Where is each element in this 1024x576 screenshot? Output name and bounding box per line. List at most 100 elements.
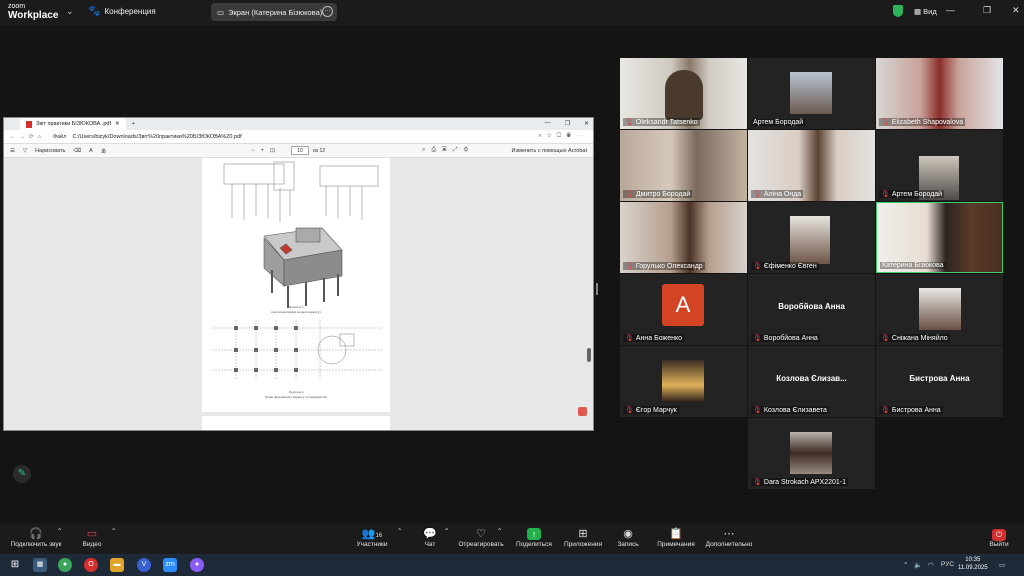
apps-button[interactable]: ⊞ Приложения xyxy=(561,527,605,548)
back-forward-refresh-icons[interactable]: ←→⟳⌂ xyxy=(10,134,45,140)
notes-button[interactable]: 📋 Примечания xyxy=(655,527,697,548)
chevron-up-icon[interactable]: ⌃ xyxy=(397,527,402,535)
folder-icon[interactable]: ▬ xyxy=(110,558,124,572)
chevron-up-icon[interactable]: ⌃ xyxy=(444,527,449,535)
participant-avatar xyxy=(662,360,704,402)
address-bar[interactable]: ←→⟳⌂ Файл C:/Users/bizyk/Downloads/Звіт%… xyxy=(4,130,593,144)
participant-tile[interactable]: Бистрова Анна 🎙︎ Бистрова Анна xyxy=(876,346,1003,417)
leave-icon: ⏻ xyxy=(992,529,1006,541)
participant-tile[interactable]: 🎙︎ Elizabeth Shapovalova xyxy=(876,58,1003,129)
chevron-up-icon[interactable]: ⌃ xyxy=(111,527,116,535)
participant-video xyxy=(665,70,703,120)
screen-share-pill[interactable]: ▭ Экран (Катерина Бізюкова) ··· xyxy=(211,3,337,21)
opera-icon[interactable]: O xyxy=(84,558,98,572)
annotate-pen-icon[interactable]: ✎ xyxy=(13,465,31,483)
participant-tile[interactable]: 🎙︎ Аліна Онда xyxy=(748,130,875,201)
minimize-icon[interactable]: — xyxy=(946,5,955,15)
pdf-document-area[interactable]: Додаток 3 (аксонометричні моделі каркасу… xyxy=(4,158,593,430)
participant-tile[interactable]: 🎙︎ Дмитро Бородай xyxy=(620,130,747,201)
app-icon[interactable]: ● xyxy=(190,558,204,572)
zoom-taskbar-icon[interactable]: zm xyxy=(163,558,177,572)
participant-name-tag: 🎙︎ Артем Бородай xyxy=(879,190,945,198)
read-aloud-icon[interactable]: あ xyxy=(101,147,107,155)
participant-tile[interactable]: 🎙︎ Єфіменко Євген xyxy=(748,202,875,273)
close-icon[interactable]: ✕ xyxy=(1012,5,1020,16)
tray-chevron-icon[interactable]: ⌃ xyxy=(903,561,908,569)
participant-tile[interactable]: Воробйова Анна 🎙︎ Воробйова Анна xyxy=(748,274,875,345)
view-button[interactable]: ▦ Вид xyxy=(914,7,937,16)
participant-tile-active-speaker[interactable]: Катерина Бізюкова xyxy=(876,202,1003,273)
more-icon[interactable]: ··· xyxy=(322,6,333,17)
close-tab-icon[interactable]: ✕ xyxy=(115,121,120,127)
muted-mic-icon: 🎙︎ xyxy=(625,119,634,126)
browser-action-icons[interactable]: ⌕☆▢◉⋯ xyxy=(538,133,587,140)
restore-icon[interactable]: ❐ xyxy=(983,5,991,16)
more-label: Дополнительно xyxy=(705,541,753,548)
acrobat-icon[interactable] xyxy=(578,407,587,416)
more-button[interactable]: ⋯ Дополнительно xyxy=(703,527,755,548)
notifications-icon[interactable]: ▭ xyxy=(999,561,1005,569)
pdf-tab[interactable]: Звіт практики БІЗЮКОВА .pdf ✕ xyxy=(20,118,126,130)
clock[interactable]: 10:35 11.09.2025 xyxy=(958,557,988,573)
participant-name: Oleksandr Tatsenko xyxy=(635,118,698,126)
page-number-input[interactable]: 10 xyxy=(291,146,309,155)
participant-tile[interactable]: A 🎙︎ Анна Боженко xyxy=(620,274,747,345)
windows-start-icon[interactable]: ⊞ xyxy=(8,558,22,572)
video-button[interactable]: ▭ Видео xyxy=(80,527,104,548)
participant-tile[interactable]: 🎙︎ Єгор Марчук xyxy=(620,346,747,417)
scrollbar-thumb[interactable] xyxy=(587,348,591,362)
chat-button[interactable]: 💬 Чат xyxy=(422,527,438,548)
participant-name: Бистрова Анна xyxy=(891,406,941,414)
chevron-down-icon[interactable]: ⌄ xyxy=(66,6,74,17)
chrome-icon[interactable]: ● xyxy=(58,558,72,572)
draw-button[interactable]: Нарисовать xyxy=(35,148,65,154)
restore-icon[interactable]: ❐ xyxy=(565,120,570,127)
url-text[interactable]: C:/Users/bizyk/Downloads/Звіт%20практики… xyxy=(72,134,241,140)
calculator-icon[interactable]: ▦ xyxy=(33,558,47,572)
participant-name-tag: 🎙︎ Аліна Онда xyxy=(751,190,804,198)
participants-button[interactable]: 👥16 Участники xyxy=(354,527,390,548)
viber-icon[interactable]: V xyxy=(137,558,151,572)
participant-tile[interactable]: 🎙︎ Горулько Олександр xyxy=(620,202,747,273)
pdf-action-icons[interactable]: ⌕⎙▣⤢⚙ xyxy=(422,147,474,154)
participant-tile[interactable]: 🎙︎ Oleksandr Tatsenko xyxy=(620,58,747,129)
zoom-icons[interactable]: −+⊡ xyxy=(251,147,281,154)
participant-tile[interactable]: Артем Бородай xyxy=(748,58,875,129)
share-screen-button[interactable]: ↑ Поделиться xyxy=(515,527,553,548)
chevron-up-icon[interactable]: ⌃ xyxy=(497,527,502,535)
eraser-icon[interactable]: ⌫ xyxy=(73,148,81,154)
meeting-label: Конференция xyxy=(104,7,156,16)
volume-icon[interactable]: 🔈 xyxy=(914,561,922,569)
participant-tile[interactable]: 🎙︎ Артем Бородай xyxy=(876,130,1003,201)
highlight-icon[interactable]: ▽ xyxy=(23,148,27,154)
participant-tile[interactable]: 🎙︎ Сніжана Міняйло xyxy=(876,274,1003,345)
participant-tile[interactable]: Козлова Єлизав... 🎙︎ Козлова Єлизавета xyxy=(748,346,875,417)
text-icon[interactable]: A xyxy=(89,148,93,154)
participant-display-name: Бистрова Анна xyxy=(909,374,970,383)
leave-button[interactable]: ⏻ Выйти xyxy=(987,527,1011,548)
view-label: Вид xyxy=(923,7,937,16)
close-icon[interactable]: ✕ xyxy=(584,120,589,127)
join-audio-button[interactable]: 🎧 Подключить звук xyxy=(8,527,64,548)
contents-icon[interactable]: ☰ xyxy=(10,148,15,154)
shield-icon[interactable] xyxy=(893,5,903,17)
react-label: Отреагировать xyxy=(458,541,504,548)
participant-name: Артем Бородай xyxy=(891,190,943,198)
participant-tile[interactable]: 🎙︎ Dara Strokach APX2201-1 xyxy=(748,418,875,489)
record-button[interactable]: ◉ Запись xyxy=(616,527,640,548)
minimize-icon[interactable]: — xyxy=(545,120,551,127)
zoom-logo: zoom Workplace xyxy=(8,3,58,21)
meeting-info-button[interactable]: 🐾 Конференция xyxy=(88,6,156,17)
participant-name-tag: Артем Бородай xyxy=(751,119,806,126)
chevron-up-icon[interactable]: ⌃ xyxy=(57,527,62,535)
participant-name-tag: 🎙︎ Сніжана Міняйло xyxy=(879,334,950,342)
new-tab-icon[interactable]: + xyxy=(132,121,135,127)
top-bar: zoom Workplace ⌄ 🐾 Конференция ▭ Экран (… xyxy=(0,0,1024,26)
participant-name-tag: 🎙︎ Воробйова Анна xyxy=(751,334,820,342)
wifi-icon[interactable]: ◠ xyxy=(928,561,934,569)
muted-mic-icon: 🎙︎ xyxy=(753,407,762,414)
edit-with-acrobat-button[interactable]: Изменить с помощью Acrobat xyxy=(512,148,588,154)
input-language[interactable]: РУС xyxy=(941,561,954,568)
split-view-handle[interactable] xyxy=(596,283,598,295)
participant-display-name: Козлова Єлизав... xyxy=(776,374,847,383)
